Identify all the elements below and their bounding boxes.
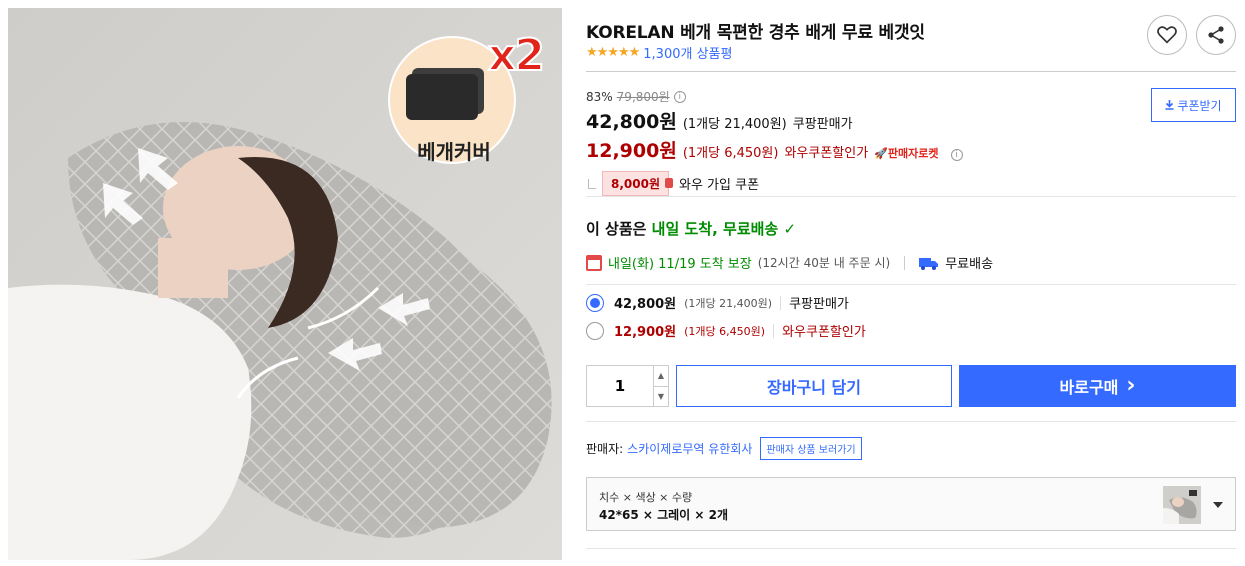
coupon-unit-price: (1개당 6,450원) xyxy=(682,146,779,161)
chevron-right-icon: › xyxy=(1126,373,1136,398)
coupon-info-icon[interactable]: i xyxy=(950,149,963,161)
option-thumbnail-image xyxy=(1163,486,1201,524)
delivery-headline: 이 상품은 내일 도착, 무료배송 ✓ xyxy=(586,218,796,239)
option-price: 12,900원 xyxy=(614,325,677,340)
download-icon xyxy=(1165,100,1174,110)
add-to-cart-button[interactable]: 장바구니 담기 xyxy=(676,365,952,407)
seller-rocket-badge: 🚀판매자로켓 xyxy=(874,147,939,160)
price-option-1[interactable]: 42,800원 (1개당 21,400원) 쿠팡판매가 xyxy=(586,293,849,312)
sale-price: 42,800원 xyxy=(586,111,677,133)
option-label: 와우쿠폰할인가 xyxy=(782,325,866,340)
discount-rate: 83% xyxy=(586,89,613,104)
buy-now-button[interactable]: 바로구매 › xyxy=(959,365,1236,407)
option-select-value: 42*65 × 그레이 × 2개 xyxy=(599,508,729,522)
calendar-icon xyxy=(586,254,602,271)
badge-count: x2 xyxy=(487,29,546,82)
quantity-down-button[interactable]: ▼ xyxy=(654,385,668,407)
product-image: 베개커버 x2 xyxy=(8,8,562,560)
divider xyxy=(586,421,1236,422)
seller-name-link[interactable]: 스카이제로무역 유한회사 xyxy=(627,440,752,457)
divider xyxy=(586,71,1236,72)
chevron-down-icon xyxy=(1213,502,1223,508)
wishlist-button[interactable] xyxy=(1147,15,1187,55)
divider xyxy=(586,284,1236,285)
product-info: KORELAN 베개 목편한 경추 배게 무료 베갯잇 ★★★★★ 1,300개… xyxy=(586,0,1236,566)
heart-icon xyxy=(1157,26,1177,44)
corner-line-icon xyxy=(588,178,596,189)
share-icon xyxy=(1208,26,1224,44)
get-coupon-button[interactable]: 쿠폰받기 xyxy=(1151,88,1236,122)
original-price: 79,800원 xyxy=(616,90,670,104)
rating-row: ★★★★★ 1,300개 상품평 xyxy=(586,43,732,62)
buy-now-label: 바로구매 xyxy=(1059,378,1119,397)
delivery-headline-green: 내일 도착, 무료배송 xyxy=(651,220,779,238)
pillowcase-badge: 베개커버 x2 xyxy=(388,28,546,178)
quantity-input[interactable] xyxy=(587,366,653,406)
delivery-date: 내일(화) 11/19 도착 보장 xyxy=(608,257,752,272)
price-option-1-radio[interactable] xyxy=(586,293,604,312)
delivery-cutoff: (12시간 40분 내 주문 시) xyxy=(757,256,891,270)
option-select[interactable]: 치수 × 색상 × 수량 42*65 × 그레이 × 2개 xyxy=(586,477,1236,531)
separator xyxy=(904,255,906,270)
quantity-up-button[interactable]: ▲ xyxy=(654,366,668,386)
price-block: 83% 79,800원 i 42,800원 (1개당 21,400원) 쿠팡판매… xyxy=(586,88,1236,196)
coupon-price: 12,900원 xyxy=(586,140,677,162)
sale-price-row: 42,800원 (1개당 21,400원) 쿠팡판매가 xyxy=(586,107,1236,134)
share-button[interactable] xyxy=(1196,15,1236,55)
get-coupon-label: 쿠폰받기 xyxy=(1177,98,1222,113)
quantity-steppers: ▲ ▼ xyxy=(653,366,668,406)
wow-coupon-tag: 8,000원 xyxy=(602,171,673,196)
option-unit-price: (1개당 21,400원) xyxy=(684,296,773,310)
option-thumbnail xyxy=(1163,486,1201,524)
option-select-label: 치수 × 색상 × 수량 xyxy=(599,491,693,504)
coupon-price-row: 12,900원 (1개당 6,450원) 와우쿠폰할인가 🚀판매자로켓 i xyxy=(586,136,1236,163)
star-rating-icon: ★★★★★ xyxy=(586,45,640,60)
separator xyxy=(780,295,782,310)
seller-row: 판매자: 스카이제로무역 유한회사 판매자 상품 보러가기 xyxy=(586,437,862,460)
seller-prefix: 판매자: xyxy=(586,442,624,456)
divider xyxy=(586,548,1236,549)
option-unit-price: (1개당 6,450원) xyxy=(684,324,766,338)
coupon-price-label: 와우쿠폰할인가 xyxy=(784,146,869,161)
quantity-stepper[interactable]: ▲ ▼ xyxy=(586,365,669,407)
delivery-row: 내일(화) 11/19 도착 보장 (12시간 40분 내 주문 시) 무료배송 xyxy=(586,253,993,272)
wow-coupon-text: 와우 가입 쿠폰 xyxy=(679,178,760,193)
option-label: 쿠팡판매가 xyxy=(789,297,849,312)
sale-unit-price: (1개당 21,400원) xyxy=(682,117,787,132)
product-title: KORELAN 베개 목편한 경추 배게 무료 베갯잇 xyxy=(586,23,925,43)
delivery-headline-prefix: 이 상품은 xyxy=(586,220,647,238)
separator xyxy=(773,323,775,338)
sale-price-label: 쿠팡판매가 xyxy=(792,117,853,132)
discount-row: 83% 79,800원 i xyxy=(586,88,1236,105)
price-option-2-radio[interactable] xyxy=(586,321,604,340)
seller-products-button[interactable]: 판매자 상품 보러가기 xyxy=(760,437,862,460)
free-shipping-label: 무료배송 xyxy=(945,257,994,272)
check-icon: ✓ xyxy=(783,220,797,238)
option-price: 42,800원 xyxy=(614,297,677,312)
badge-label: 베개커버 xyxy=(417,140,491,164)
review-count-link[interactable]: 1,300개 상품평 xyxy=(643,43,732,62)
price-option-2[interactable]: 12,900원 (1개당 6,450원) 와우쿠폰할인가 xyxy=(586,321,866,340)
divider xyxy=(586,196,1236,197)
price-info-icon[interactable]: i xyxy=(673,90,686,103)
truck-icon xyxy=(919,257,939,270)
wow-coupon-row: 8,000원 와우 가입 쿠폰 xyxy=(586,171,1236,196)
